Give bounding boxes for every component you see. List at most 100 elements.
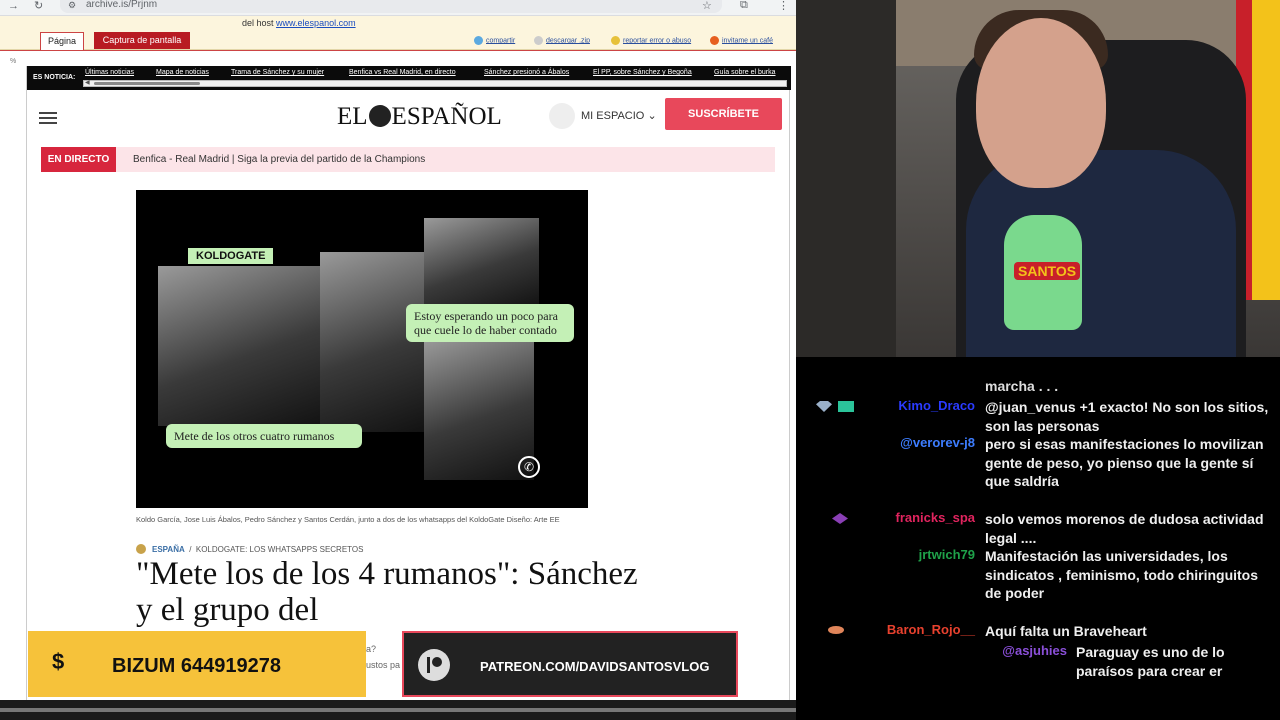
chat-text: Manifestación las universidades, los sin… [985, 548, 1259, 601]
share-icon [474, 36, 483, 45]
live-label: EN DIRECTO [41, 147, 116, 172]
breadcrumb: ESPAÑA / KOLDOGATE: LOS WHATSAPPS SECRET… [136, 544, 363, 554]
chat-text: Paraguay es uno de lo paraísos para crea… [1076, 644, 1225, 679]
hero-tag: KOLDOGATE [188, 248, 274, 264]
scroll-thumb[interactable] [94, 82, 200, 85]
coffee-label: invitame un café [722, 37, 773, 45]
koldo-photo [158, 266, 330, 426]
archive-divider [0, 50, 796, 51]
dollar-icon: $ [52, 649, 65, 674]
ticker-item[interactable]: Guía sobre el burka [714, 69, 775, 76]
extensions-icon[interactable]: ⧉ [740, 0, 748, 12]
article-headline: "Mete los de los 4 rumanos": Sánchez y e… [136, 556, 638, 628]
url-text: archive.is/Prjnm [86, 0, 158, 10]
ticker-item[interactable]: Benfica vs Real Madrid, en directo [349, 69, 456, 76]
host-link[interactable]: www.elespanol.com [276, 18, 356, 28]
whatsapp-bubble-bottom: Mete de los otros cuatro rumanos [166, 424, 362, 448]
ticker-item[interactable]: El PP, sobre Sánchez y Begoña [593, 69, 692, 76]
image-caption: Koldo García, Jose Luis Ábalos, Pedro Sá… [136, 515, 560, 524]
reload-icon[interactable]: ↻ [34, 0, 43, 12]
logo-left: EL [337, 103, 368, 130]
chat-username[interactable]: Kimo_Draco [898, 398, 975, 413]
taskbar-strip [0, 700, 796, 720]
chat-username[interactable]: jrtwich79 [919, 547, 975, 562]
chat-username[interactable]: Baron_Rojo__ [887, 622, 975, 637]
chat-username[interactable]: franicks_spa [896, 510, 976, 525]
sanchez-photo [424, 340, 534, 480]
ticker-item[interactable]: Últimas noticias [85, 69, 134, 76]
chat-text: solo vemos morenos de dudosa actividad l… [985, 511, 1264, 546]
chevron-down-icon: ⌄ [647, 110, 657, 122]
patreon-banner: PATREON.COM/DAVIDSANTOSVLOG [402, 631, 738, 697]
chat-text: Aquí falta un Braveheart [985, 623, 1147, 639]
eye-badge-icon [828, 626, 844, 634]
subsection-link[interactable]: KOLDOGATE: LOS WHATSAPPS SECRETOS [196, 545, 364, 554]
chat-text: @juan_venus +1 exacto! No son los sitios… [985, 399, 1269, 434]
streamer-face [976, 18, 1106, 188]
display-shelf [796, 0, 896, 357]
subscribe-button[interactable]: SUSCRÍBETE [665, 98, 782, 130]
ticker-lead: ES NOTICIA: [33, 74, 76, 81]
chat-text: pero si esas manifestaciones lo moviliza… [985, 436, 1264, 489]
ticker-item[interactable]: Mapa de noticias [156, 69, 209, 76]
archive-header: del host www.elespanol.com Página Captur… [0, 16, 796, 50]
chat-username[interactable]: @verorev-j8 [900, 435, 975, 450]
menu-icon[interactable]: ⋮ [778, 0, 789, 12]
cloud-download-icon [534, 36, 543, 45]
abalos-photo [320, 252, 432, 432]
hamburger-menu-icon[interactable] [39, 112, 57, 124]
diamond-badge-icon [832, 513, 848, 524]
patreon-icon [418, 649, 450, 681]
article-hero-image: KOLDOGATE Estoy esperando un poco para q… [136, 190, 588, 508]
browser-window: → ↻ ⚙ archive.is/Prjnm ☆ ⧉ ⋮ del host ww… [0, 0, 796, 700]
tab-screenshot[interactable]: Captura de pantalla [94, 32, 190, 49]
host-label: del host [242, 18, 274, 28]
archive-host-line: del host www.elespanol.com [242, 18, 356, 28]
site-logo[interactable]: EL ESPAÑOL [337, 103, 502, 131]
report-label: reportar error o abuso [623, 37, 692, 45]
browser-toolbar: → ↻ ⚙ archive.is/Prjnm ☆ ⧉ ⋮ [0, 0, 796, 16]
whatsapp-bubble-top: Estoy esperando un poco para que cuele l… [406, 304, 574, 342]
behind-text: a? [366, 644, 377, 654]
behind-text: ustos pa [366, 660, 401, 670]
bookmark-star-icon[interactable]: ☆ [702, 0, 712, 12]
flag [1252, 0, 1280, 300]
ticker-scrollbar[interactable]: ◀ [83, 80, 787, 87]
patreon-text: PATREON.COM/DAVIDSANTOSVLOG [480, 659, 710, 674]
bizum-text: BIZUM 644919278 [112, 655, 281, 677]
user-avatar[interactable] [549, 103, 575, 129]
live-banner[interactable]: EN DIRECTO Benfica - Real Madrid | Siga … [41, 147, 775, 172]
live-text[interactable]: Benfica - Real Madrid | Siga la previa d… [133, 154, 425, 165]
share-link[interactable]: compartir [474, 36, 515, 45]
ticker-item[interactable]: Sánchez presionó a Ábalos [484, 69, 569, 76]
tab-page[interactable]: Página [40, 32, 84, 50]
scroll-left-icon[interactable]: ◀ [85, 79, 90, 86]
archive-marker: % [10, 58, 17, 65]
forward-icon[interactable]: → [8, 0, 19, 12]
chat-partial: marcha . . . [985, 378, 1059, 394]
coffee-link[interactable]: invitame un café [710, 36, 773, 45]
bulb-icon [611, 36, 620, 45]
address-bar[interactable]: ⚙ archive.is/Prjnm [60, 0, 722, 13]
ticker-item[interactable]: Trama de Sánchez y su mujer [231, 69, 324, 76]
chat-panel: marcha . . . Kimo_Draco @juan_venus +1 e… [796, 357, 1280, 720]
lion-icon [368, 105, 391, 127]
gem-badge-icon [816, 401, 832, 412]
my-space-menu[interactable]: MI ESPACIO ⌄ [581, 109, 657, 122]
webcam-feed: SANTOS [796, 0, 1280, 357]
cerdan-photo [424, 218, 539, 308]
report-link[interactable]: reportar error o abuso [611, 36, 691, 45]
bizum-banner: $ BIZUM 644919278 [28, 631, 366, 697]
download-zip-link[interactable]: descargar .zip [534, 36, 590, 45]
archived-page: ES NOTICIA: Últimas noticias Mapa de not… [26, 66, 791, 700]
whatsapp-icon: ✆ [518, 456, 540, 478]
news-ticker: ES NOTICIA: Últimas noticias Mapa de not… [27, 66, 791, 90]
coffee-icon [710, 36, 719, 45]
logo-right: ESPAÑOL [391, 103, 502, 130]
site-info-icon[interactable]: ⚙ [68, 0, 76, 11]
sub-badge-icon [838, 401, 854, 412]
download-label: descargar .zip [546, 37, 590, 45]
chat-username[interactable]: @asjuhies [1002, 643, 1067, 658]
section-link[interactable]: ESPAÑA [152, 545, 185, 554]
stream-frame: → ↻ ⚙ archive.is/Prjnm ☆ ⧉ ⋮ del host ww… [0, 0, 1280, 720]
